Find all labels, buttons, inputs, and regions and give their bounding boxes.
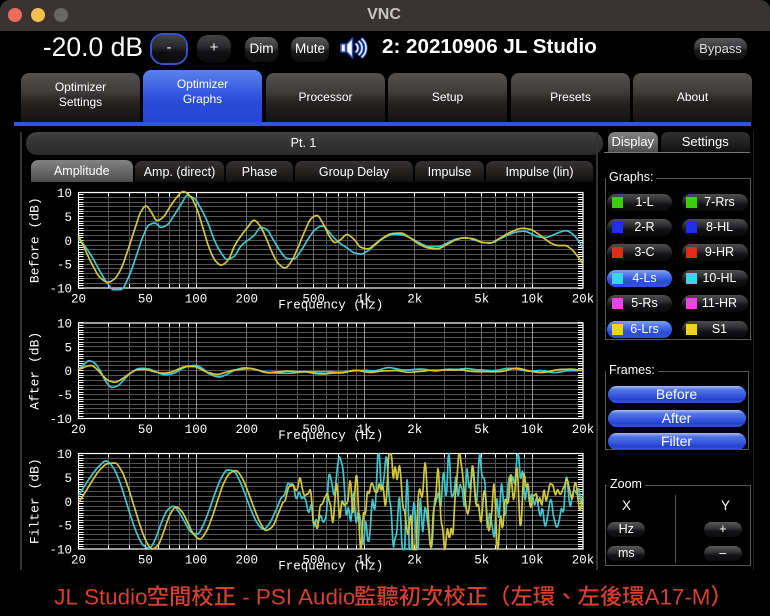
svg-text:-5: -5 — [57, 259, 72, 273]
svg-text:-5: -5 — [57, 520, 72, 534]
svg-text:0: 0 — [64, 496, 72, 510]
svg-text:5k: 5k — [474, 293, 489, 307]
svg-text:0: 0 — [64, 235, 72, 249]
svg-text:10k: 10k — [521, 423, 544, 437]
svg-text:Filter (dB): Filter (dB) — [28, 458, 43, 544]
svg-text:0: 0 — [64, 365, 72, 379]
svg-text:100: 100 — [185, 293, 208, 307]
svg-text:-10: -10 — [49, 544, 72, 558]
svg-text:JL Studio: JL Studio — [54, 584, 147, 609]
svg-text:10k: 10k — [521, 293, 544, 307]
svg-text:200: 200 — [235, 293, 258, 307]
svg-text:10: 10 — [57, 448, 72, 462]
svg-text:200: 200 — [235, 554, 258, 568]
svg-text:100: 100 — [185, 554, 208, 568]
svg-text:A17-M: A17-M — [645, 584, 711, 609]
svg-text:After (dB): After (dB) — [28, 332, 43, 410]
svg-text:5: 5 — [64, 472, 72, 486]
svg-text:Frequency (Hz): Frequency (Hz) — [278, 299, 383, 313]
svg-text:-10: -10 — [49, 413, 72, 427]
svg-text:20: 20 — [71, 554, 86, 568]
svg-text:50: 50 — [138, 554, 153, 568]
svg-text:20k: 20k — [572, 554, 595, 568]
svg-text:2k: 2k — [407, 293, 422, 307]
svg-text:Frequency (Hz): Frequency (Hz) — [278, 560, 383, 574]
svg-text:2k: 2k — [407, 423, 422, 437]
svg-text:-: - — [236, 584, 256, 609]
svg-text:Before (dB): Before (dB) — [28, 197, 43, 283]
svg-text:10k: 10k — [521, 554, 544, 568]
svg-text:100: 100 — [185, 423, 208, 437]
svg-text:-5: -5 — [57, 389, 72, 403]
svg-text:2k: 2k — [407, 554, 422, 568]
svg-text:20k: 20k — [572, 423, 595, 437]
svg-text:10: 10 — [57, 187, 72, 201]
svg-text:50: 50 — [138, 423, 153, 437]
svg-text:200: 200 — [235, 423, 258, 437]
svg-text:20k: 20k — [572, 293, 595, 307]
svg-text:50: 50 — [138, 293, 153, 307]
svg-text:Frequency (Hz): Frequency (Hz) — [278, 429, 383, 443]
svg-text:5: 5 — [64, 211, 72, 225]
svg-text:10: 10 — [57, 318, 72, 332]
svg-text:20: 20 — [71, 293, 86, 307]
svg-text:5: 5 — [64, 341, 72, 355]
svg-text:PSI Audio: PSI Audio — [256, 584, 355, 609]
svg-text:5k: 5k — [474, 423, 489, 437]
svg-text:20: 20 — [71, 423, 86, 437]
svg-text:5k: 5k — [474, 554, 489, 568]
svg-text:-10: -10 — [49, 283, 72, 297]
